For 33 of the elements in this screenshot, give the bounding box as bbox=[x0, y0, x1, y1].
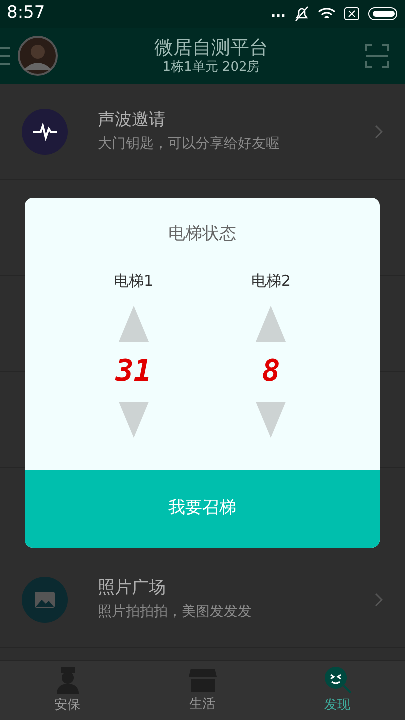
item-title: 照片广场 bbox=[98, 577, 167, 600]
bell-off-icon bbox=[294, 6, 310, 22]
tab[interactable]: 发现 bbox=[270, 661, 405, 720]
down-arrow-icon bbox=[256, 400, 286, 438]
floor-display: 8 bbox=[262, 354, 280, 390]
call-elevator-button[interactable]: 我要召梯 bbox=[25, 470, 380, 548]
item-subtitle: 照片拍拍拍，美图发发发 bbox=[98, 602, 253, 622]
elevator-label: 电梯1 bbox=[114, 270, 154, 292]
menu-icon[interactable] bbox=[0, 45, 10, 67]
up-arrow-icon bbox=[256, 306, 286, 344]
search-face-icon bbox=[324, 666, 352, 694]
up-arrow-icon bbox=[118, 306, 149, 344]
elevator-label: 电梯2 bbox=[251, 270, 292, 292]
item-subtitle: 大门钥匙，可以分享给好友喔 bbox=[98, 134, 281, 154]
sim-off-icon bbox=[344, 7, 360, 21]
header-title: 微居自测平台 bbox=[154, 36, 268, 60]
image-icon bbox=[22, 576, 68, 622]
tab[interactable]: 生活 bbox=[135, 661, 270, 720]
floor-display: 31 bbox=[116, 354, 152, 390]
item-title: 声波邀请 bbox=[98, 109, 167, 132]
wifi-icon bbox=[318, 7, 336, 21]
waveform-icon bbox=[22, 108, 68, 154]
down-arrow-icon bbox=[118, 400, 149, 438]
chevron-icon bbox=[375, 592, 383, 606]
scan-icon[interactable] bbox=[365, 44, 389, 68]
chevron-icon bbox=[375, 124, 383, 138]
tab[interactable]: 安保 bbox=[0, 661, 135, 720]
dialog-title: 电梯状态 bbox=[168, 223, 236, 246]
avatar[interactable] bbox=[18, 36, 58, 76]
battery-icon bbox=[368, 7, 398, 21]
more-notifications: ... bbox=[271, 5, 286, 24]
status-time: 8:57 bbox=[7, 2, 46, 26]
header-subtitle: 1栋1单元 202房 bbox=[162, 60, 260, 76]
